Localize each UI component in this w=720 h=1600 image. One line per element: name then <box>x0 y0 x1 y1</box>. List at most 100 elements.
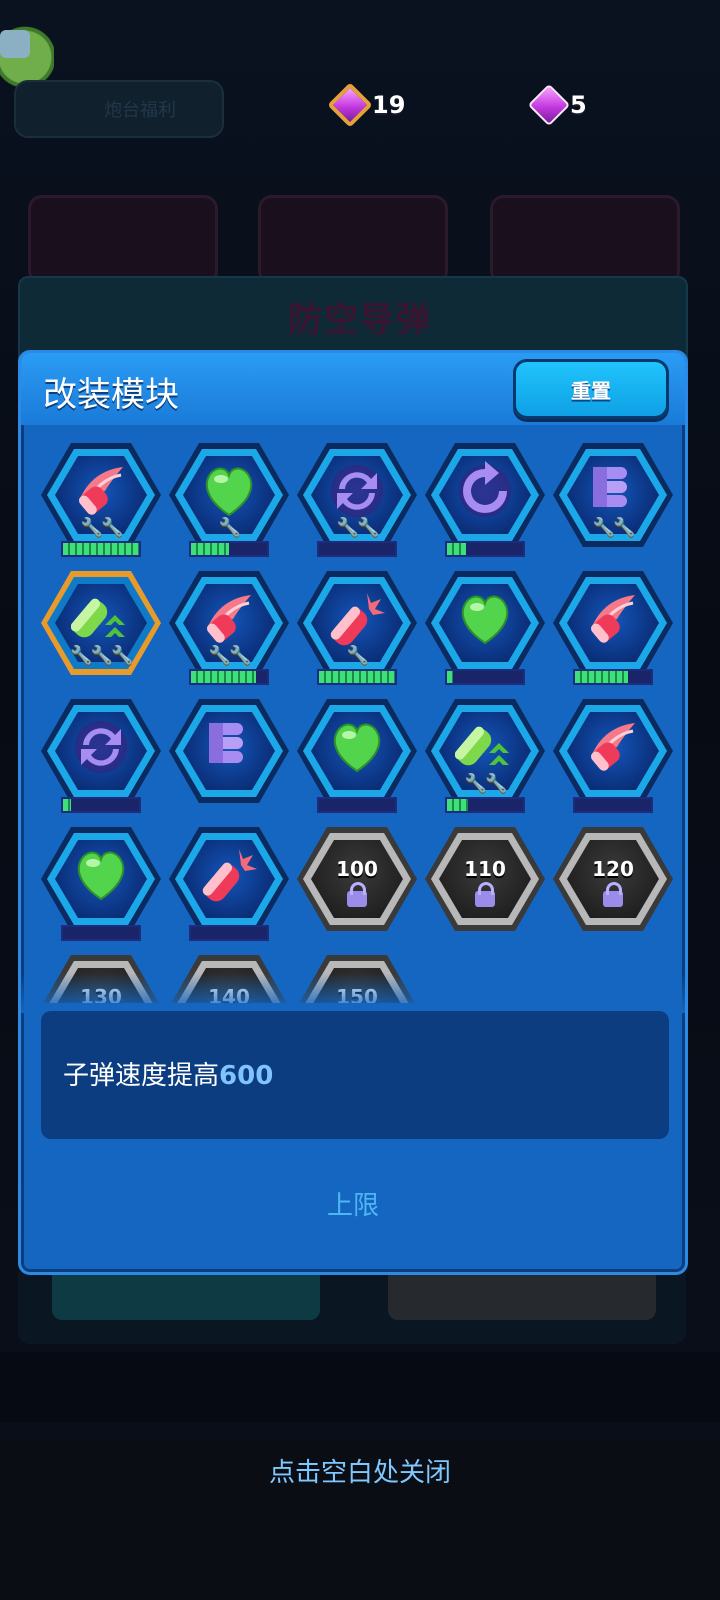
module-slot[interactable] <box>425 571 545 701</box>
module-slot[interactable]: 🔧 <box>297 571 417 701</box>
wrench-icon: 🔧🔧 <box>592 517 636 538</box>
gem-icon <box>527 83 571 127</box>
bg-turret-card <box>258 195 448 285</box>
lock-icon <box>603 882 623 907</box>
module-progress-bar <box>317 541 397 557</box>
bullet-upgrade-icon <box>454 717 515 777</box>
module-progress-bar <box>189 541 269 557</box>
unlock-level: 100 <box>336 857 378 881</box>
wrench-icon: 🔧🔧🔧 <box>70 645 133 666</box>
bullet-speed-icon <box>199 589 259 649</box>
module-info-box: 子弹速度提高600 <box>41 1011 669 1139</box>
module-progress-fill <box>447 543 466 555</box>
gem-gold-frame-icon <box>327 82 373 128</box>
bg-tab-bar <box>0 1352 720 1422</box>
module-progress-bar <box>317 669 397 685</box>
module-slot-locked[interactable]: 100 <box>297 827 417 957</box>
unlock-level: 110 <box>464 857 506 881</box>
module-slot-locked[interactable]: 110 <box>425 827 545 957</box>
module-progress-bar <box>317 797 397 813</box>
wrench-icon: 🔧🔧 <box>336 517 380 538</box>
bg-upgrade-button <box>388 1272 656 1320</box>
gem-counter: 5 <box>527 83 587 127</box>
refresh-icon <box>71 717 131 777</box>
module-progress-fill <box>447 671 454 683</box>
heart-icon <box>327 717 387 777</box>
module-progress-bar <box>445 797 525 813</box>
limit-label: 上限 <box>326 1191 379 1221</box>
heart-icon <box>199 461 259 521</box>
module-progress-fill <box>191 543 229 555</box>
module-progress-bar <box>189 925 269 941</box>
ammo-stack-icon <box>199 717 259 777</box>
module-progress-bar <box>573 669 653 685</box>
module-slot[interactable]: 🔧🔧 <box>297 443 417 573</box>
module-progress-bar <box>445 541 525 557</box>
wrench-icon: 🔧 <box>346 645 369 666</box>
bg-modify-button <box>52 1272 320 1320</box>
module-progress-bar <box>189 669 269 685</box>
module-slot[interactable] <box>169 699 289 829</box>
bullet-burst-icon <box>199 845 259 905</box>
module-progress-bar <box>61 797 141 813</box>
avatar-screen <box>0 30 30 58</box>
reset-button[interactable]: 重置 <box>513 359 669 419</box>
module-slot[interactable] <box>297 699 417 829</box>
bullet-speed-icon <box>71 461 131 521</box>
modify-module-dialog: 改装模块 重置 🔧🔧 🔧 🔧🔧 🔧🔧 🔧🔧🔧 🔧🔧 🔧 🔧🔧 100 110 1… <box>18 350 688 1275</box>
bullet-speed-icon <box>583 589 643 649</box>
module-slot[interactable] <box>41 699 161 829</box>
heart-icon <box>71 845 131 905</box>
module-progress-fill <box>191 671 256 683</box>
module-progress-bar <box>573 797 653 813</box>
grid-fade <box>21 973 685 1013</box>
close-hint[interactable]: 点击空白处关闭 <box>0 1452 720 1489</box>
bg-turret-card <box>28 195 218 285</box>
module-grid[interactable]: 🔧🔧 🔧 🔧🔧 🔧🔧 🔧🔧🔧 🔧🔧 🔧 🔧🔧 100 110 120 <box>21 425 685 1003</box>
module-progress-fill <box>575 671 629 683</box>
lock-icon <box>475 882 495 907</box>
reload-icon <box>455 461 515 521</box>
module-info-label: 子弹速度提高 <box>63 1061 220 1091</box>
module-slot[interactable] <box>169 827 289 957</box>
ammo-stack-icon <box>583 461 643 521</box>
module-slot[interactable]: 🔧🔧🔧 <box>41 571 161 701</box>
wrench-icon: 🔧🔧 <box>208 645 252 666</box>
module-slot[interactable] <box>425 443 545 573</box>
bullet-upgrade-icon <box>70 589 131 649</box>
gem-count: 5 <box>570 91 587 119</box>
module-slot-locked[interactable]: 120 <box>553 827 673 957</box>
module-progress-fill <box>63 543 139 555</box>
module-progress-fill <box>447 799 469 811</box>
module-progress-bar <box>445 669 525 685</box>
refresh-icon <box>327 461 387 521</box>
lock-icon <box>347 882 367 907</box>
module-slot[interactable] <box>553 571 673 701</box>
module-progress-fill <box>63 799 71 811</box>
module-info-value: 600 <box>219 1061 274 1091</box>
bg-turret-card <box>490 195 680 285</box>
module-slot[interactable]: 🔧🔧 <box>425 699 545 829</box>
dialog-title: 改装模块 <box>43 375 179 415</box>
wrench-icon: 🔧 <box>218 517 241 538</box>
module-info-text: 子弹速度提高600 <box>63 1055 273 1092</box>
wrench-icon: 🔧🔧 <box>464 773 508 794</box>
gem-counter-gold: 19 <box>327 82 406 128</box>
module-slot[interactable]: 🔧🔧 <box>553 443 673 573</box>
module-progress-bar <box>61 541 141 557</box>
wrench-icon: 🔧🔧 <box>80 517 124 538</box>
welfare-banner-label: 炮台福利 <box>104 100 176 121</box>
module-progress-fill <box>319 671 395 683</box>
unlock-level: 120 <box>592 857 634 881</box>
module-slot[interactable]: 🔧🔧 <box>169 571 289 701</box>
heart-icon <box>455 589 515 649</box>
gem-gold-count: 19 <box>372 91 406 119</box>
module-slot[interactable]: 🔧🔧 <box>41 443 161 573</box>
bullet-speed-icon <box>583 717 643 777</box>
module-slot[interactable]: 🔧 <box>169 443 289 573</box>
module-slot[interactable] <box>41 827 161 957</box>
module-progress-bar <box>61 925 141 941</box>
turret-panel-title: 防空导弹 <box>288 300 432 340</box>
bullet-burst-icon <box>327 589 387 649</box>
module-slot[interactable] <box>553 699 673 829</box>
